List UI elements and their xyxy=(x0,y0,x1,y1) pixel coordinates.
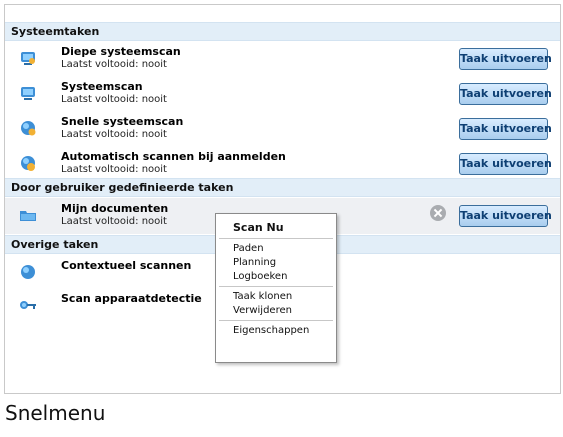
task-title: Systeemscan xyxy=(61,80,143,93)
task-title: Snelle systeemscan xyxy=(61,115,184,128)
deep-scan-icon xyxy=(21,52,35,65)
task-title: Mijn documenten xyxy=(61,202,169,215)
run-task-button[interactable]: Taak uitvoeren xyxy=(459,118,552,140)
device-scan-icon xyxy=(20,301,36,309)
task-row[interactable]: Systeemscan Laatst voltooid: nooit Taak … xyxy=(5,76,560,112)
menu-separator xyxy=(219,320,333,321)
task-status: Laatst voltooid: nooit xyxy=(61,129,167,140)
task-row[interactable]: Snelle systeemscan Laatst voltooid: nooi… xyxy=(5,111,560,147)
menu-item-properties[interactable]: Eigenschappen xyxy=(216,324,336,338)
remove-task-icon[interactable] xyxy=(430,205,446,221)
task-status: Laatst voltooid: nooit xyxy=(61,94,167,105)
task-title: Diepe systeemscan xyxy=(61,45,181,58)
auto-scan-icon xyxy=(21,156,35,171)
menu-item-delete[interactable]: Verwijderen xyxy=(216,304,336,318)
menu-item-scan-now[interactable]: Scan Nu xyxy=(216,219,336,236)
menu-item-logs[interactable]: Logboeken xyxy=(216,270,336,284)
task-status: Laatst voltooid: nooit xyxy=(61,164,167,175)
section-header-system: Systeemtaken xyxy=(5,22,560,41)
task-title: Contextueel scannen xyxy=(61,259,192,272)
task-title: Automatisch scannen bij aanmelden xyxy=(61,150,286,163)
run-task-button[interactable]: Taak uitvoeren xyxy=(459,48,552,70)
context-scan-icon xyxy=(21,265,35,279)
menu-item-clone-task[interactable]: Taak klonen xyxy=(216,290,336,304)
section-header-user: Door gebruiker gedefinieerde taken xyxy=(5,178,560,197)
run-task-button[interactable]: Taak uitvoeren xyxy=(459,153,552,175)
run-task-button[interactable]: Taak uitvoeren xyxy=(459,83,552,105)
menu-separator xyxy=(219,238,333,239)
task-status: Laatst voltooid: nooit xyxy=(61,216,167,227)
run-task-button[interactable]: Taak uitvoeren xyxy=(459,205,552,227)
task-row[interactable]: Automatisch scannen bij aanmelden Laatst… xyxy=(5,146,560,182)
system-scan-icon xyxy=(21,87,35,100)
task-status: Laatst voltooid: nooit xyxy=(61,59,167,70)
menu-item-paths[interactable]: Paden xyxy=(216,242,336,256)
quick-scan-icon xyxy=(21,121,36,136)
task-row[interactable]: Diepe systeemscan Laatst voltooid: nooit… xyxy=(5,41,560,77)
task-title: Scan apparaatdetectie xyxy=(61,292,202,305)
context-menu: Scan Nu Paden Planning Logboeken Taak kl… xyxy=(215,213,337,363)
menu-item-schedule[interactable]: Planning xyxy=(216,256,336,270)
folder-scan-icon xyxy=(20,211,36,221)
menu-separator xyxy=(219,286,333,287)
figure-caption: Snelmenu xyxy=(5,401,106,425)
